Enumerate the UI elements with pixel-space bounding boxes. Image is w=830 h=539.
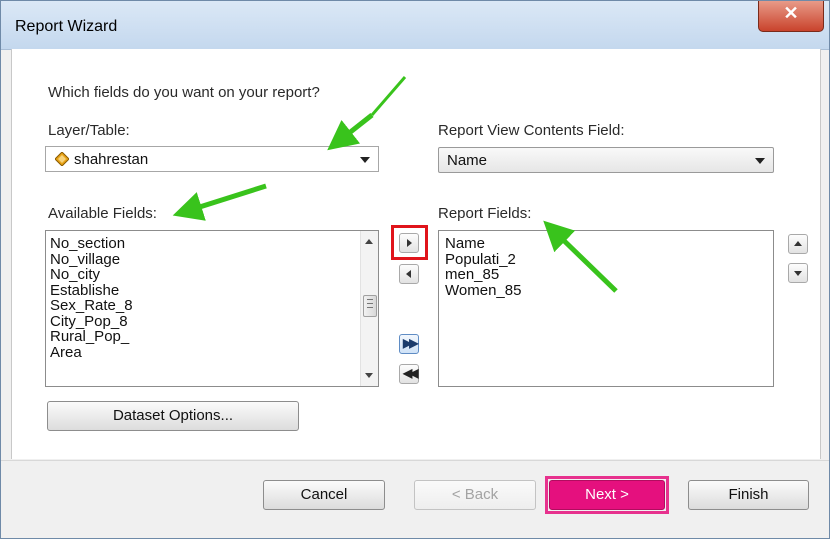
layer-table-label: Layer/Table: [48, 122, 130, 139]
move-up-button[interactable] [788, 234, 808, 254]
dataset-options-button[interactable]: Dataset Options... [47, 401, 299, 431]
back-button[interactable]: < Back [414, 480, 536, 510]
report-fields-list[interactable]: Name Populati_2 men_85 Women_85 [438, 230, 774, 387]
double-arrow-right-icon: ▶▶ [403, 336, 419, 350]
close-button[interactable]: ✕ [758, 1, 824, 32]
list-item[interactable]: Sex_Rate_8 [46, 298, 378, 314]
chevron-down-icon [755, 158, 765, 164]
arrow-up-icon [794, 241, 802, 246]
list-item[interactable]: No_city [46, 267, 378, 283]
chevron-down-icon [360, 157, 370, 163]
arrow-down-icon [794, 271, 802, 276]
window-title: Report Wizard [15, 18, 118, 35]
cancel-button[interactable]: Cancel [263, 480, 385, 510]
contents-field-label: Report View Contents Field: [438, 122, 625, 139]
double-arrow-left-icon: ◀◀ [403, 366, 419, 380]
next-button[interactable]: Next > [549, 480, 665, 510]
add-field-button[interactable] [399, 233, 419, 253]
scroll-thumb[interactable] [363, 295, 377, 317]
list-item[interactable]: Populati_2 [441, 251, 773, 268]
available-fields-label: Available Fields: [48, 205, 157, 222]
available-fields-scrollbar[interactable] [360, 231, 378, 386]
list-item[interactable]: City_Pop_8 [46, 313, 378, 330]
available-fields-list[interactable]: No_section No_village No_city Establishe… [45, 230, 379, 387]
add-all-fields-button[interactable]: ▶▶ [399, 334, 419, 354]
report-fields-label: Report Fields: [438, 205, 532, 222]
list-item[interactable]: Women_85 [441, 282, 773, 299]
list-item[interactable]: men_85 [441, 267, 773, 283]
report-wizard-window: Report Wizard ✕ Which fields do you want… [0, 0, 830, 539]
layer-table-value: shahrestan [74, 151, 149, 168]
contents-field-dropdown[interactable]: Name [438, 147, 774, 173]
list-item[interactable]: No_village [46, 251, 378, 268]
finish-button[interactable]: Finish [688, 480, 809, 510]
layer-diamond-icon [55, 152, 69, 166]
remove-field-button[interactable] [399, 264, 419, 284]
move-down-button[interactable] [788, 263, 808, 283]
list-item[interactable]: No_section [46, 236, 378, 252]
list-item[interactable]: Area [46, 344, 378, 361]
layer-table-dropdown[interactable]: shahrestan [45, 146, 379, 172]
scroll-down-icon[interactable] [365, 373, 373, 378]
list-item[interactable]: Establishe [46, 282, 378, 299]
contents-field-value: Name [447, 152, 488, 169]
list-item[interactable]: Rural_Pop_ [46, 329, 378, 345]
fields-prompt: Which fields do you want on your report? [48, 84, 320, 101]
arrow-left-icon [406, 270, 411, 278]
remove-all-fields-button[interactable]: ◀◀ [399, 364, 419, 384]
list-item[interactable]: Name [441, 236, 773, 252]
title-bar[interactable]: Report Wizard ✕ [1, 1, 829, 50]
arrow-right-icon [407, 239, 412, 247]
scroll-up-icon[interactable] [365, 239, 373, 244]
close-icon: ✕ [783, 3, 799, 23]
